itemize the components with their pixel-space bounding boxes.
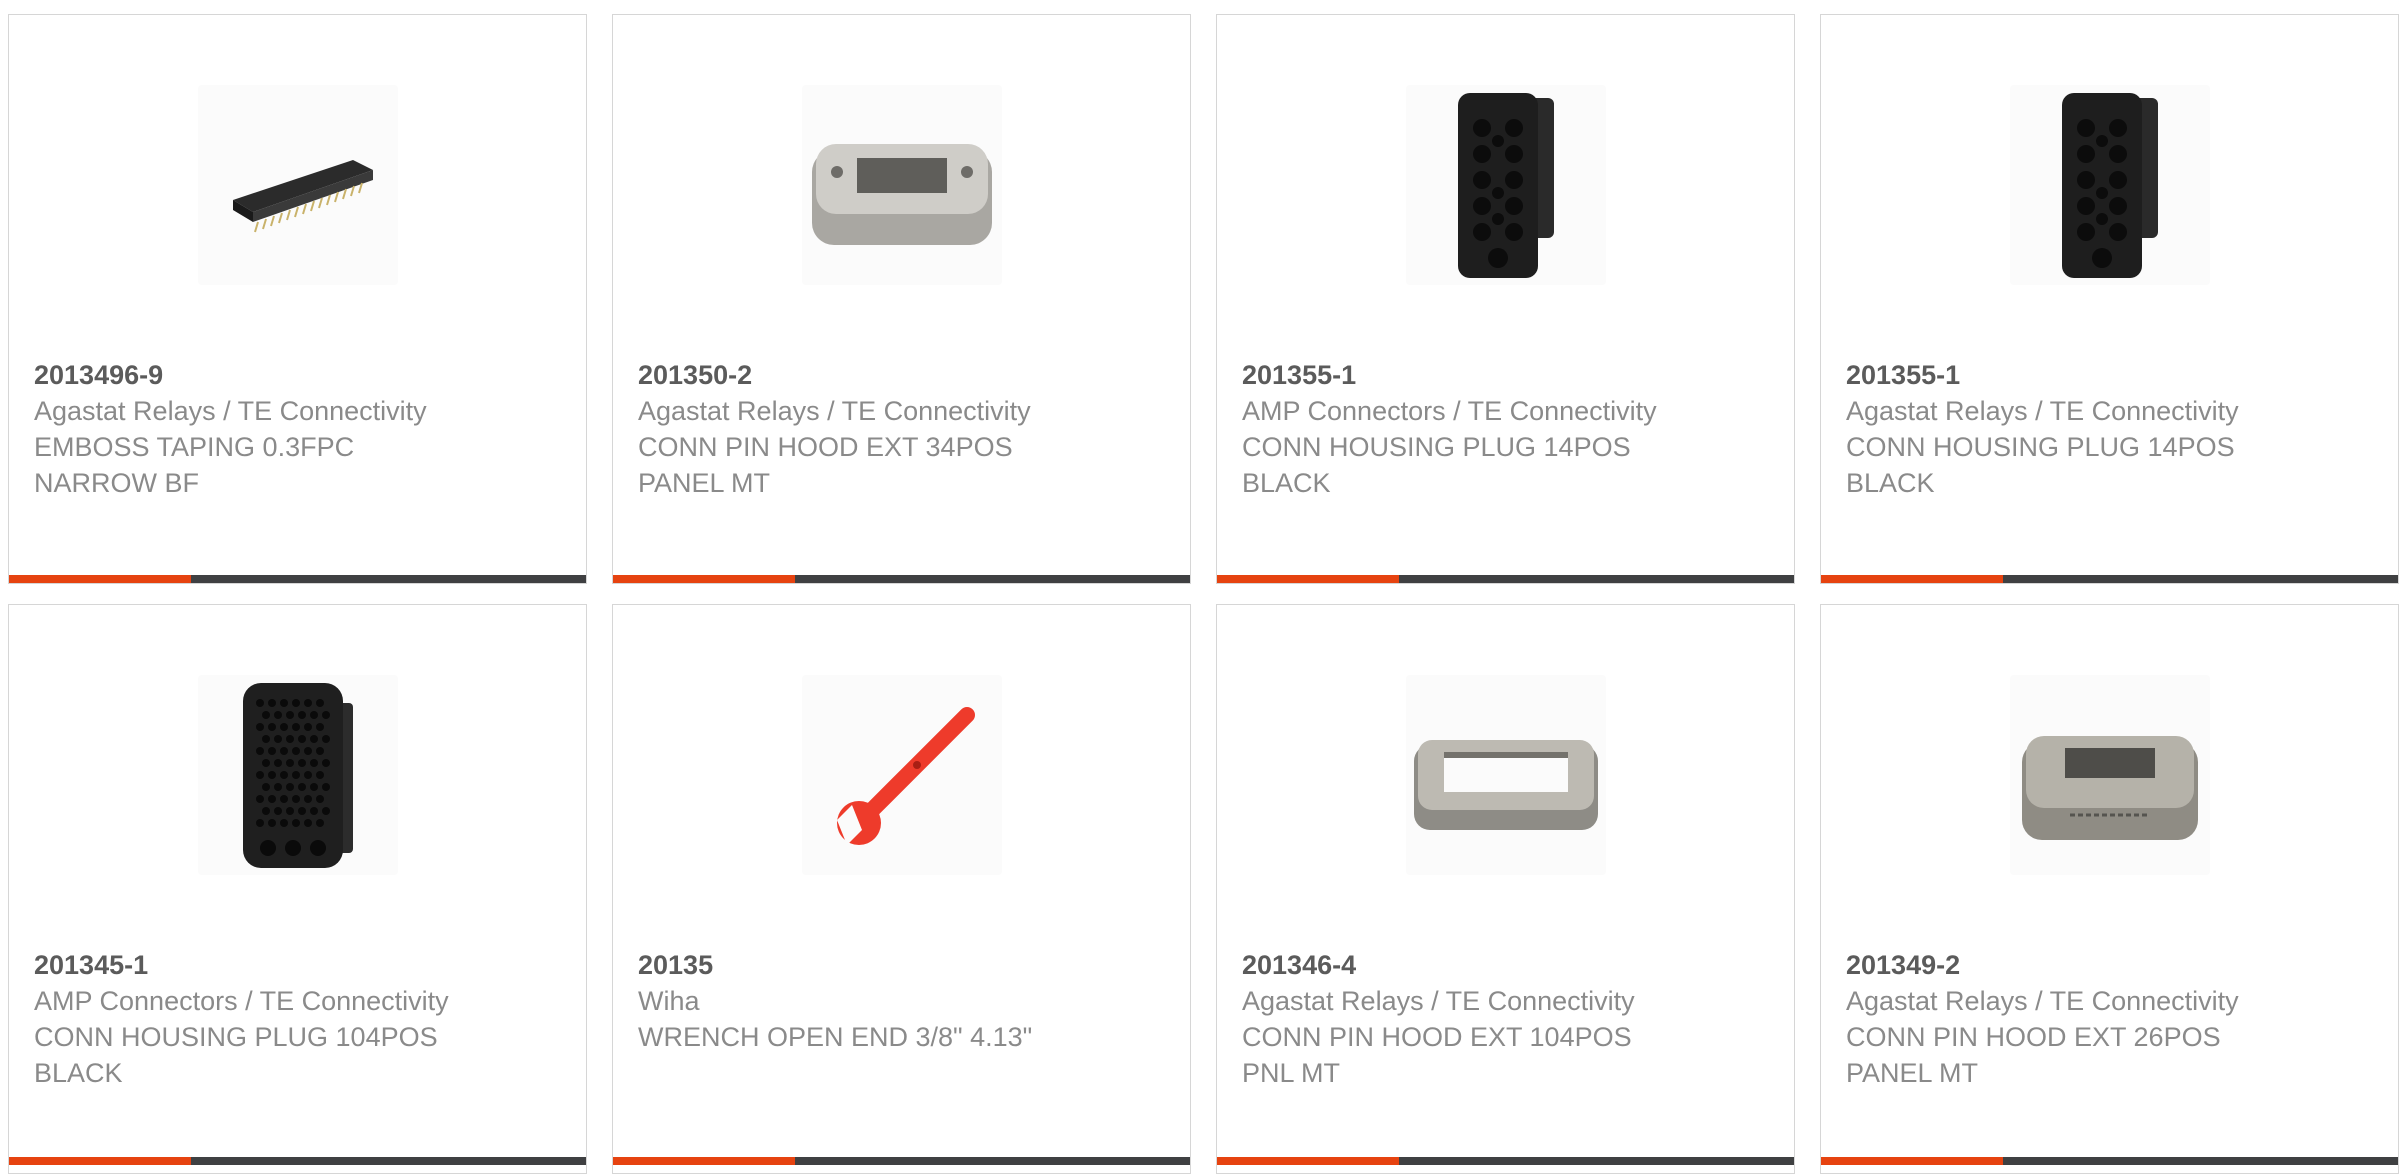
- card-bottom-bar: [1821, 575, 2398, 583]
- fpc-connector-image: [197, 85, 398, 285]
- description: CONN HOUSING PLUG 14POS BLACK: [1242, 432, 1631, 498]
- metal-hood-image: [801, 85, 1002, 285]
- product-card[interactable]: 201350-2 Agastat Relays / TE Connectivit…: [612, 14, 1191, 584]
- part-number[interactable]: 2013496-9: [34, 357, 474, 393]
- card-bottom-bar: [613, 575, 1190, 583]
- part-number[interactable]: 201349-2: [1846, 947, 2286, 983]
- manufacturer: Agastat Relays / TE Connectivity: [34, 396, 427, 426]
- card-bottom-bar: [9, 575, 586, 583]
- product-card[interactable]: 201355-1 AMP Connectors / TE Connectivit…: [1216, 14, 1795, 584]
- description: EMBOSS TAPING 0.3FPC NARROW BF: [34, 432, 355, 498]
- product-grid: 2013496-9 Agastat Relays / TE Connectivi…: [8, 14, 2399, 1174]
- product-card[interactable]: 20135 Wiha WRENCH OPEN END 3/8" 4.13": [612, 604, 1191, 1174]
- card-accent-bar: [1821, 575, 2003, 583]
- part-number[interactable]: 201345-1: [34, 947, 474, 983]
- description: CONN HOUSING PLUG 14POS BLACK: [1846, 432, 2235, 498]
- manufacturer: Agastat Relays / TE Connectivity: [1846, 396, 2239, 426]
- part-number[interactable]: 201350-2: [638, 357, 1078, 393]
- card-accent-bar: [1217, 1157, 1399, 1165]
- description: CONN PIN HOOD EXT 104POS PNL MT: [1242, 1022, 1632, 1088]
- card-accent-bar: [613, 1157, 795, 1165]
- product-card[interactable]: 201345-1 AMP Connectors / TE Connectivit…: [8, 604, 587, 1174]
- card-bottom-bar: [1217, 1157, 1794, 1165]
- manufacturer: Agastat Relays / TE Connectivity: [1846, 986, 2239, 1016]
- card-bottom-bar: [1217, 575, 1794, 583]
- description: CONN PIN HOOD EXT 34POS PANEL MT: [638, 432, 1013, 498]
- card-bottom-bar: [613, 1157, 1190, 1165]
- product-card[interactable]: 201349-2 Agastat Relays / TE Connectivit…: [1820, 604, 2399, 1174]
- plug-housing-104pos-image: [197, 675, 398, 875]
- part-number[interactable]: 201355-1: [1242, 357, 1682, 393]
- card-bottom-bar: [9, 1157, 586, 1165]
- card-accent-bar: [9, 1157, 191, 1165]
- card-accent-bar: [1821, 1157, 2003, 1165]
- manufacturer: Wiha: [638, 986, 700, 1016]
- card-bottom-bar: [1821, 1157, 2398, 1165]
- description: WRENCH OPEN END 3/8" 4.13": [638, 1022, 1033, 1052]
- manufacturer: Agastat Relays / TE Connectivity: [638, 396, 1031, 426]
- product-card[interactable]: 2013496-9 Agastat Relays / TE Connectivi…: [8, 14, 587, 584]
- product-card[interactable]: 201355-1 Agastat Relays / TE Connectivit…: [1820, 14, 2399, 584]
- wrench-image: [801, 675, 1002, 875]
- metal-frame-image: [1405, 675, 1606, 875]
- plug-housing-14pos-image: [1405, 85, 1606, 285]
- manufacturer: AMP Connectors / TE Connectivity: [34, 986, 449, 1016]
- plug-housing-14pos-image: [2009, 85, 2210, 285]
- card-accent-bar: [1217, 575, 1399, 583]
- card-accent-bar: [9, 575, 191, 583]
- product-card[interactable]: 201346-4 Agastat Relays / TE Connectivit…: [1216, 604, 1795, 1174]
- description: CONN HOUSING PLUG 104POS BLACK: [34, 1022, 438, 1088]
- manufacturer: AMP Connectors / TE Connectivity: [1242, 396, 1657, 426]
- manufacturer: Agastat Relays / TE Connectivity: [1242, 986, 1635, 1016]
- description: CONN PIN HOOD EXT 26POS PANEL MT: [1846, 1022, 2221, 1088]
- metal-hood-marked-image: [2009, 675, 2210, 875]
- part-number[interactable]: 201346-4: [1242, 947, 1682, 983]
- card-accent-bar: [613, 575, 795, 583]
- part-number[interactable]: 201355-1: [1846, 357, 2286, 393]
- part-number[interactable]: 20135: [638, 947, 1078, 983]
